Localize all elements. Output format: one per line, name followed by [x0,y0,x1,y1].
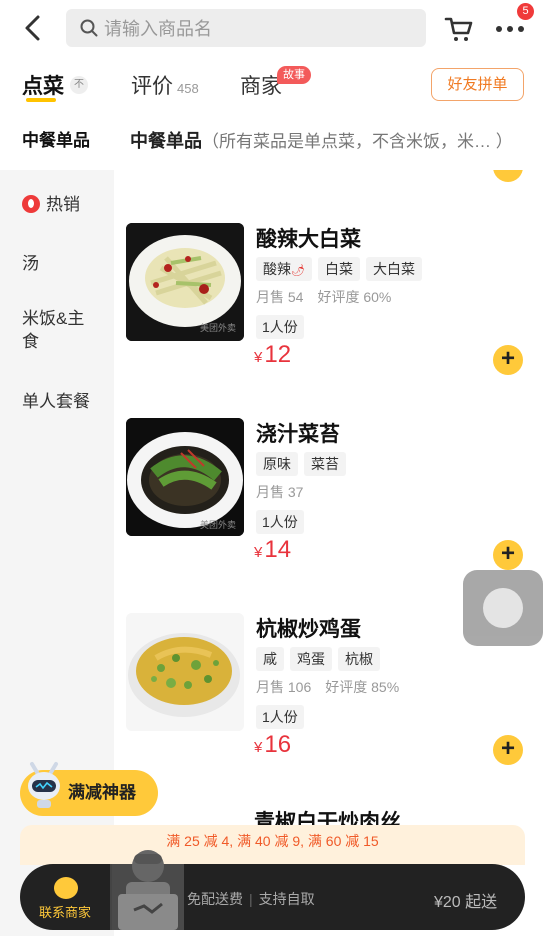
sidebar-item-soup[interactable]: 汤 [0,249,114,274]
product-image [126,613,244,731]
back-icon[interactable] [18,12,48,44]
cart-badge: 5 [517,3,534,20]
section-title: 中餐单品 [130,131,202,151]
product-rating: 好评度 85% [325,679,400,695]
free-delivery-label: 免配送费 [187,891,243,907]
courier-bag-icon [118,850,178,930]
add-to-cart-button[interactable]: + [493,540,523,570]
contact-merchant-label: 联系商家 [38,905,91,920]
story-badge: 故事 [277,66,311,84]
product-tag: 大白菜 [365,257,422,281]
product-tags: 酸辣🌶 白菜 大白菜 [256,257,422,281]
product-tags: 原味 菜苔 [256,452,346,476]
product-name: 酸辣大白菜 [256,228,361,251]
cart-icon[interactable] [444,14,474,44]
price-value: 12 [264,341,292,368]
sidebar-item-chinese-single[interactable]: 中餐单品 [0,112,114,170]
section-subtitle: （所有菜品是单点菜，不含米饭，米… ） [202,132,513,151]
friend-order-button[interactable]: 好友拼单 [431,68,524,101]
product-price: ¥14 [254,536,291,564]
product-image: 美团外卖 [126,223,244,341]
checkout-bar: 联系商家 免配送费 | 支持自取 ¥20 起送 [20,864,525,930]
product-image: 美团外卖 [126,418,244,536]
tab-reviews[interactable]: 评价 458 [131,70,199,100]
sidebar-item-set-meal[interactable]: 单人套餐 [0,387,114,412]
search-icon [80,19,98,37]
tab-reviews-count: 458 [177,81,199,96]
currency-symbol: ¥ [254,739,263,756]
contact-merchant-button[interactable]: 联系商家 [20,864,110,930]
image-watermark: 美团外卖 [200,519,236,530]
discount-tool-label: 满减神器 [68,783,136,802]
product-stats: 月售 106 好评度 85% [256,677,399,697]
currency-symbol: ¥ [254,544,263,561]
sidebar-item-hot[interactable]: 热销 [0,190,114,215]
product-price: ¥12 [254,341,291,369]
product-tag: 菜苔 [304,452,346,476]
product-tag: 白菜 [317,257,360,281]
floating-assistive-button[interactable] [463,570,543,646]
product-rating: 好评度 60% [317,289,392,305]
section-header: 中餐单品（所有菜品是单点菜，不含米饭，米… ） [114,112,544,170]
discount-tool-button[interactable]: 满减神器 [20,762,158,816]
portion-tag: 1人份 [256,510,304,534]
product-stats: 月售 54 好评度 60% [256,287,391,307]
min-order-label: ¥20 起送 [434,894,498,911]
down-mark-icon: 不 [70,76,88,94]
self-pickup-label: 支持自取 [258,891,315,907]
tab-merchant[interactable]: 商家 [240,70,282,100]
product-name: 浇汁菜苔 [256,423,340,446]
product-sales: 月售 54 [256,289,304,305]
top-bar: 请输入商品名 5 点菜 不 评价 458 商家 故事 好友拼单 [0,0,544,112]
product-item[interactable]: 美团外卖 酸辣大白菜 酸辣🌶 白菜 大白菜 月售 54 好评度 60% 1人份 ¥… [126,223,526,393]
add-to-cart-button[interactable]: + [493,345,523,375]
product-tag: 原味 [256,452,298,476]
price-value: 14 [264,536,292,563]
product-tag-label: 酸辣 [263,261,291,277]
portion-tag: 1人份 [256,315,304,339]
tab-order[interactable]: 点菜 [22,70,64,100]
sidebar-item-rice[interactable]: 米饭&主食 [0,308,100,354]
price-value: 16 [264,731,292,758]
chili-icon: 🌶 [291,265,305,277]
product-tag: 杭椒 [338,647,380,671]
image-watermark: 美团外卖 [200,322,236,333]
search-placeholder: 请输入商品名 [104,19,212,39]
product-price: ¥16 [254,731,291,759]
product-tag: 酸辣🌶 [256,257,312,281]
product-sales: 月售 106 [256,679,312,695]
product-sales: 月售 37 [256,484,304,500]
currency-symbol: ¥ [254,349,263,366]
add-to-cart-button[interactable]: + [493,735,523,765]
discount-banner: 满 25 减 4, 满 40 减 9, 满 60 减 15 [20,825,525,865]
product-stats: 月售 37 [256,482,303,502]
product-tags: 咸 鸡蛋 杭椒 [256,647,380,671]
portion-tag: 1人份 [256,705,304,729]
product-tag: 鸡蛋 [290,647,332,671]
tab-reviews-label: 评价 [131,75,173,98]
product-name: 杭椒炒鸡蛋 [256,618,361,641]
product-tag: 咸 [256,647,284,671]
search-input[interactable]: 请输入商品名 [66,9,426,47]
tab-underline [26,98,56,102]
sidebar-item-hot-label: 热销 [46,195,80,214]
product-item[interactable]: 美团外卖 浇汁菜苔 原味 菜苔 月售 37 1人份 ¥14 + [126,418,526,588]
fire-icon [22,195,40,213]
robot-icon [28,762,60,808]
chat-icon [54,877,78,899]
delivery-info: 免配送费 | 支持自取 [187,891,315,907]
